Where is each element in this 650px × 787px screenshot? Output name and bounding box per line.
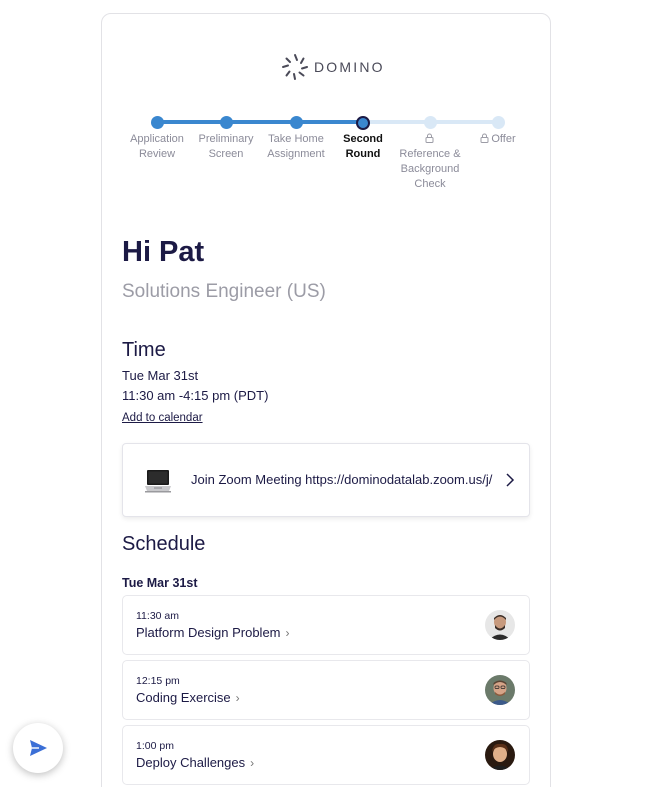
step-dot-take-home bbox=[289, 116, 303, 129]
send-icon bbox=[30, 740, 47, 756]
schedule-item-time: 12:15 pm bbox=[136, 675, 180, 687]
schedule-item[interactable]: 12:15 pm Coding Exercise › bbox=[122, 660, 530, 720]
schedule-item[interactable]: 11:30 am Platform Design Problem › bbox=[122, 595, 530, 655]
step-label-reference-check: Reference & Background Check bbox=[395, 132, 465, 192]
schedule-item-title: Coding Exercise › bbox=[136, 690, 240, 705]
step-dot-preliminary-screen bbox=[219, 116, 233, 129]
schedule-item-title-text: Deploy Challenges bbox=[136, 755, 246, 770]
step-label-take-home: Take Home Assignment bbox=[267, 133, 325, 160]
step-label-preliminary-screen: Preliminary Screen bbox=[198, 133, 254, 160]
interviewer-avatar bbox=[485, 675, 515, 705]
step-label-second-round: Second Round bbox=[343, 133, 383, 160]
greeting-heading: Hi Pat bbox=[122, 236, 205, 268]
step-dot-reference-check bbox=[423, 116, 437, 129]
chevron-right-icon bbox=[506, 473, 515, 487]
schedule-item-title-text: Coding Exercise bbox=[136, 690, 231, 705]
schedule-item-title: Deploy Challenges › bbox=[136, 755, 254, 770]
interviewer-avatar bbox=[485, 610, 515, 640]
chevron-right-icon: › bbox=[235, 691, 240, 705]
schedule-item-time: 1:00 pm bbox=[136, 740, 174, 752]
step-dot-offer bbox=[491, 116, 505, 129]
time-section-title: Time bbox=[122, 339, 166, 361]
schedule-section-title: Schedule bbox=[122, 533, 206, 555]
step-label-application-review: Application Review bbox=[130, 133, 184, 160]
zoom-meeting-text: Join Zoom Meeting https://dominodatalab.… bbox=[191, 472, 493, 487]
schedule-item-time: 11:30 am bbox=[136, 610, 179, 622]
step-dot-second-round bbox=[356, 115, 370, 130]
schedule-date: Tue Mar 31st bbox=[122, 576, 198, 590]
zoom-meeting-link[interactable]: Join Zoom Meeting https://dominodatalab.… bbox=[122, 443, 530, 517]
application-progress: Application Review Preliminary Screen Ta… bbox=[102, 14, 552, 214]
schedule-item-title-text: Platform Design Problem bbox=[136, 625, 281, 640]
interviewer-avatar bbox=[485, 740, 515, 770]
chevron-right-icon: › bbox=[285, 626, 290, 640]
step-dot-application-review bbox=[150, 116, 164, 129]
interview-date: Tue Mar 31st bbox=[122, 368, 199, 383]
step-label-offer-text: Offer bbox=[491, 133, 516, 145]
laptop-icon bbox=[145, 470, 171, 493]
interview-card: DOMINO Application Review Preliminary Sc… bbox=[101, 13, 551, 787]
lock-icon bbox=[480, 133, 489, 143]
role-subtitle: Solutions Engineer (US) bbox=[122, 281, 326, 302]
schedule-item[interactable]: 1:00 pm Deploy Challenges › bbox=[122, 725, 530, 785]
chevron-right-icon: › bbox=[250, 756, 255, 770]
lock-icon bbox=[425, 133, 434, 143]
send-message-button[interactable] bbox=[13, 723, 63, 773]
interview-time-range: 11:30 am -4:15 pm (PDT) bbox=[122, 388, 269, 403]
schedule-item-title: Platform Design Problem › bbox=[136, 625, 290, 640]
step-label-offer: Offer bbox=[473, 132, 523, 147]
progress-bar-complete bbox=[157, 120, 364, 124]
step-label-reference-text: Reference & Background Check bbox=[399, 148, 461, 190]
add-to-calendar-link[interactable]: Add to calendar bbox=[122, 412, 203, 424]
